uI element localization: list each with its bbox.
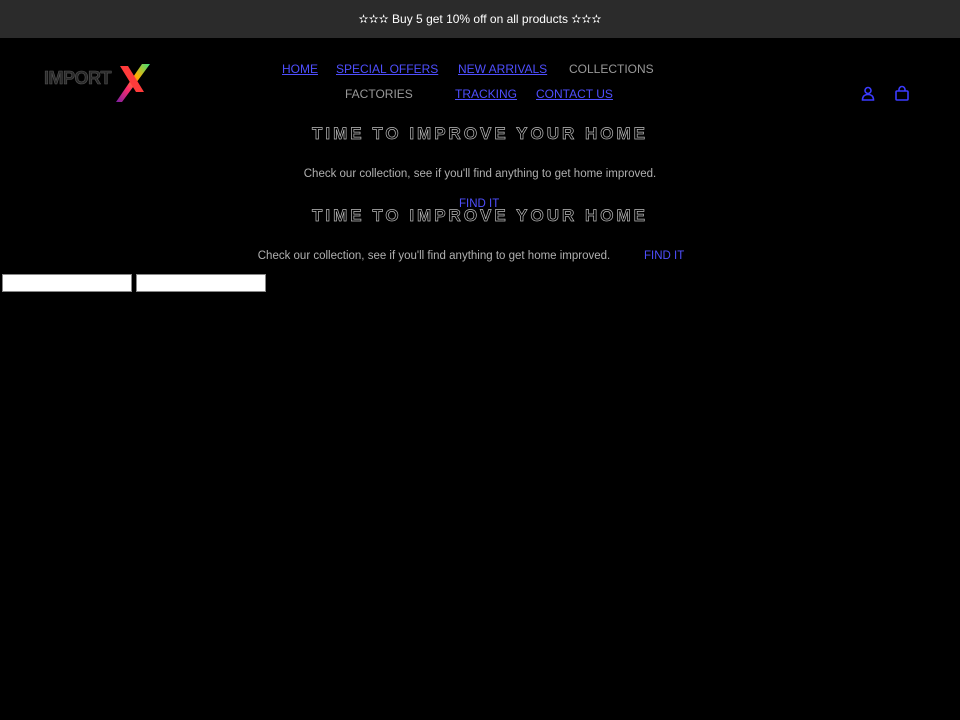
hero-title: TIME TO IMPROVE YOUR HOME: [311, 124, 648, 144]
nav-home[interactable]: HOME: [282, 62, 318, 76]
hero-title: TIME TO IMPROVE YOUR HOME: [311, 206, 648, 226]
cart-icon: [895, 85, 909, 101]
find-it-link[interactable]: FIND IT: [644, 250, 684, 262]
nav-collections[interactable]: COLLECTIONS: [569, 62, 654, 76]
logo-text: IMPORT: [44, 68, 112, 89]
slider-slot[interactable]: [2, 274, 132, 292]
announcement-text: ✫✫✫ Buy 5 get 10% off on all products ✫✫…: [358, 12, 602, 26]
user-icon: [861, 86, 875, 101]
nav-factories[interactable]: FACTORIES: [345, 87, 413, 101]
hero-subtitle: Check our collection, see if you'll find…: [303, 168, 657, 180]
site-logo[interactable]: IMPORT: [44, 62, 156, 104]
nav-contact-us[interactable]: CONTACT US: [536, 87, 613, 101]
x-logo-icon: [116, 64, 150, 102]
cart-button[interactable]: [893, 84, 911, 102]
slider-slot[interactable]: [136, 274, 266, 292]
account-button[interactable]: [859, 84, 877, 102]
hero-subtitle: Check our collection, see if you'll find…: [257, 250, 611, 262]
nav-new-arrivals[interactable]: NEW ARRIVALS: [458, 62, 547, 76]
announcement-bar: ✫✫✫ Buy 5 get 10% off on all products ✫✫…: [0, 0, 960, 38]
nav-tracking[interactable]: TRACKING: [455, 87, 517, 101]
nav-special-offers[interactable]: SPECIAL OFFERS: [336, 62, 438, 76]
